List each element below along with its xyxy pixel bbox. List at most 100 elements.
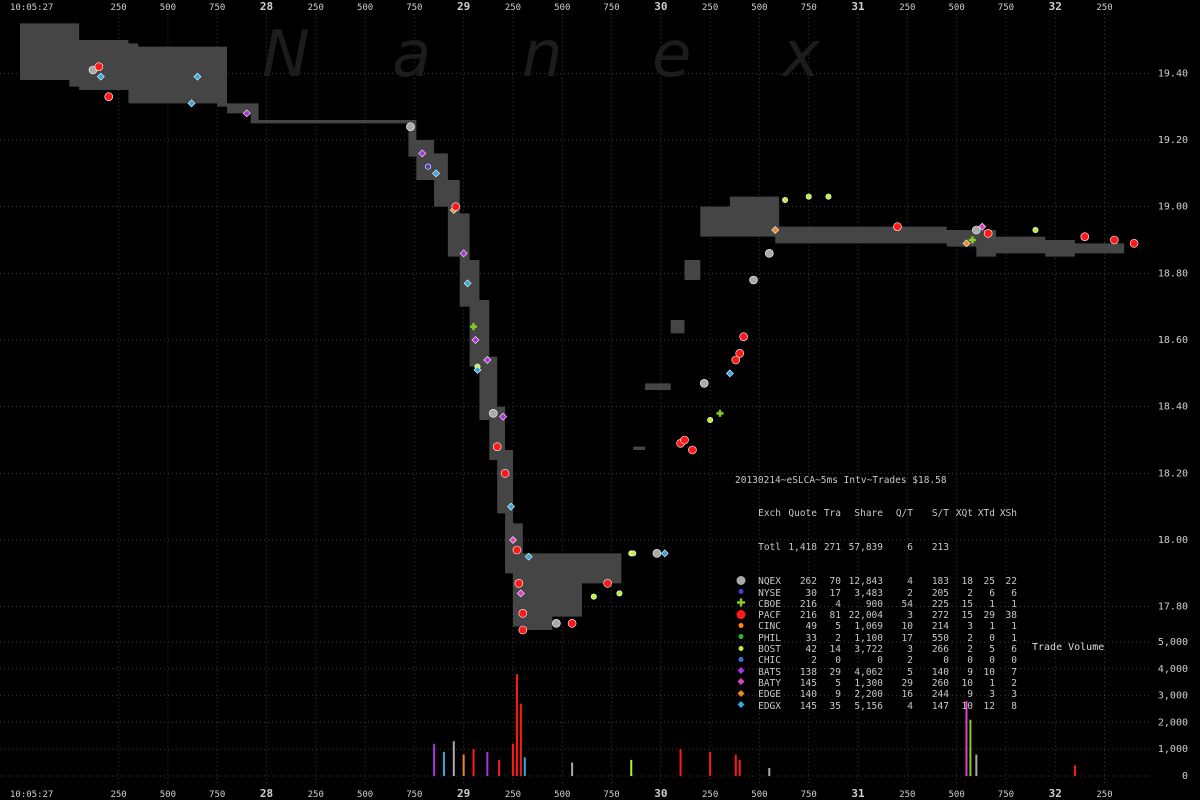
edge-legend-shape <box>737 689 745 697</box>
price-tick-5: 18.40 <box>1158 402 1188 413</box>
x-tick-bottom-11: 30 <box>654 787 667 800</box>
trade-point-43 <box>688 445 697 455</box>
stats-cinc-col-6: 3 <box>967 621 973 633</box>
stats-pacf-col-0: PACF <box>758 610 781 622</box>
x-tick-top-10: 750 <box>603 3 619 13</box>
volume-bar-11 <box>571 762 574 776</box>
stats-row-bost: BOST 42 14 3,722 3 266 2 5 6 <box>735 644 1017 655</box>
volume-bar-9 <box>519 703 522 776</box>
x-tick-bottom-18: 750 <box>998 790 1014 800</box>
stats-header-2: Tra <box>823 508 841 520</box>
trade-point-52 <box>764 249 774 258</box>
stats-phil-col-6: 2 <box>967 632 973 644</box>
stats-cboe-col-2: 4 <box>835 598 841 610</box>
stats-bost-col-4: 3 <box>907 644 913 656</box>
x-tick-bottom-9: 500 <box>554 790 570 800</box>
price-tick-2: 19.00 <box>1158 202 1188 213</box>
x-tick-bottom-7: 29 <box>457 787 470 800</box>
stats-nyse-col-7: 6 <box>989 587 995 599</box>
stats-header-row: Exch Quote Tra Share Q/T S/T XQt XTd XSh <box>735 508 1017 519</box>
stats-edgx-col-2: 35 <box>829 700 841 712</box>
x-tick-bottom-8: 250 <box>505 790 521 800</box>
stats-edge-col-2: 9 <box>835 689 841 701</box>
trade-point-38 <box>630 550 637 557</box>
stats-nqex-col-7: 25 <box>983 576 995 588</box>
stats-header-5: S/T <box>931 508 949 520</box>
stats-baty-col-5: 260 <box>931 677 949 689</box>
exchange-stats-table: 20130214~eSLCA~5ms Intv~Trades $18.58 Ex… <box>735 452 1017 723</box>
volume-bar-4 <box>472 749 475 776</box>
stats-bats-col-1: 138 <box>799 666 817 678</box>
stats-bost-col-1: 42 <box>805 644 817 656</box>
stats-edge-col-0: EDGE <box>758 689 781 701</box>
stats-nyse-col-3: 3,483 <box>854 587 883 599</box>
stats-pacf-col-4: 3 <box>907 610 913 622</box>
stats-edge-col-7: 3 <box>989 689 995 701</box>
volume-bar-6 <box>498 759 501 776</box>
stats-total-3: 57,839 <box>848 542 883 554</box>
trade-point-49 <box>735 349 745 358</box>
stats-header-0: Exch <box>758 508 781 520</box>
stats-pacf-col-6: 15 <box>961 610 973 622</box>
stats-baty-col-6: 10 <box>961 677 973 689</box>
stats-header-8: XSh <box>999 508 1017 520</box>
stats-row-pacf: PACF 216 81 22,004 3 272 15 29 38 <box>735 609 1017 622</box>
volume-bar-3 <box>462 754 465 776</box>
trade-point-3 <box>104 92 114 101</box>
stats-edgx-col-6: 10 <box>961 700 973 712</box>
x-tick-bottom-6: 750 <box>406 790 422 800</box>
stats-row-nqex: NQEX 262 70 12,843 4 183 18 25 22 <box>735 575 1017 588</box>
stats-edge-col-5: 244 <box>931 689 949 701</box>
trade-point-26 <box>512 545 522 555</box>
trade-point-50 <box>739 332 748 341</box>
volume-bar-21 <box>1073 765 1076 776</box>
trade-point-39 <box>652 549 662 558</box>
stats-bats-col-0: BATS <box>758 666 781 678</box>
x-tick-top-12: 250 <box>702 3 718 13</box>
trade-point-44 <box>699 379 709 388</box>
stats-total-4: 6 <box>907 542 913 554</box>
stats-cinc-col-4: 10 <box>901 621 913 633</box>
edgx-legend-shape <box>737 701 745 709</box>
volume-bar-17 <box>768 767 771 776</box>
stats-nqex-col-3: 12,843 <box>848 576 883 588</box>
trade-point-56 <box>825 193 832 200</box>
trade-point-30 <box>518 625 528 635</box>
stats-baty-col-1: 145 <box>799 677 817 689</box>
stats-baty-col-2: 5 <box>835 677 841 689</box>
stats-total-0: Totl <box>758 542 781 554</box>
trade-point-42 <box>680 435 689 445</box>
stats-total-1: 1,418 <box>788 542 817 554</box>
trade-point-54 <box>782 197 789 204</box>
stats-phil-col-1: 33 <box>805 632 817 644</box>
trade-point-7 <box>406 122 415 131</box>
stats-bost-col-8: 6 <box>1011 644 1017 656</box>
stats-baty-col-0: BATY <box>758 677 781 689</box>
volume-bar-14 <box>709 751 712 776</box>
price-tick-6: 18.20 <box>1158 468 1188 479</box>
trade-point-12 <box>451 202 461 211</box>
stats-edge-col-4: 16 <box>901 689 913 701</box>
bats-legend-shape <box>737 667 745 675</box>
nqex-legend-marker-svg <box>736 575 746 585</box>
stats-cboe-col-6: 15 <box>961 598 973 610</box>
stats-pacf-col-5: 272 <box>931 610 949 622</box>
stats-cinc-col-8: 1 <box>1011 621 1017 633</box>
volume-bar-5 <box>486 751 489 776</box>
stats-nyse-col-2: 17 <box>829 587 841 599</box>
stats-chic-col-3: 0 <box>877 655 883 667</box>
baty-legend-shape <box>737 678 745 686</box>
stats-pacf-col-8: 38 <box>1005 610 1017 622</box>
stats-cboe-col-7: 1 <box>989 598 995 610</box>
trade-point-20 <box>488 409 498 418</box>
x-tick-bottom-4: 250 <box>308 790 324 800</box>
volume-bar-15 <box>734 754 737 776</box>
stats-nqex-col-0: NQEX <box>758 576 781 588</box>
price-tick-8: 17.80 <box>1158 602 1188 613</box>
pacf-legend-shape <box>736 609 746 619</box>
stats-nyse-col-5: 205 <box>931 587 949 599</box>
stats-pacf-col-1: 216 <box>799 610 817 622</box>
volume-bar-1 <box>442 751 445 776</box>
x-tick-bottom-2: 750 <box>209 790 225 800</box>
volume-bar-2 <box>452 741 455 776</box>
